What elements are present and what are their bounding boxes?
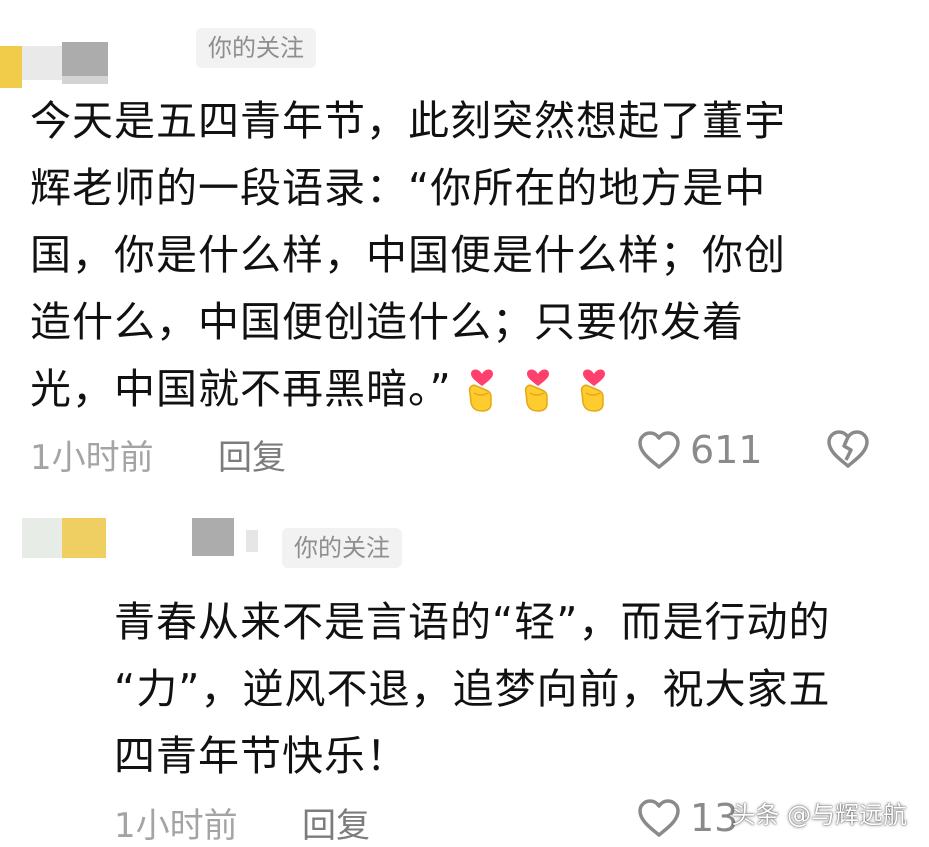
comment-time: 1小时前 (114, 806, 238, 846)
comment-line: 国，你是什么样，中国便是什么样；你创 (30, 231, 786, 279)
comment-line: 四青年节快乐！ (114, 732, 408, 780)
watermark: 头条 @与辉远航 (731, 801, 907, 829)
like-count: 611 (690, 428, 763, 472)
finger-heart-icon (524, 369, 549, 412)
comment-line: 辉老师的一段语录：“你所在的地方是中 (30, 164, 767, 212)
finger-heart-icon (580, 369, 605, 412)
broken-heart-icon[interactable] (824, 428, 872, 470)
heart-outline-icon (636, 429, 682, 471)
like-button[interactable]: 611 (636, 428, 763, 472)
finger-heart-icon (468, 369, 493, 412)
comment-line: 青春从来不是言语的“轻”，而是行动的 (114, 598, 831, 646)
reply-button[interactable]: 回复 (302, 798, 370, 847)
like-button[interactable]: 13 (636, 796, 738, 840)
reply-button[interactable]: 回复 (218, 430, 286, 479)
comment-text: 青春从来不是言语的“轻”，而是行动的 “力”，逆风不退，追梦向前，祝大家五 四青… (114, 589, 830, 790)
following-badge: 你的关注 (196, 28, 316, 68)
comment-line: “力”，逆风不退，追梦向前，祝大家五 (114, 665, 831, 713)
comment-time: 1小时前 (30, 438, 154, 478)
comment-line: 光，中国就不再黑暗。” (30, 356, 786, 423)
heart-outline-icon (636, 797, 682, 839)
comment-line: 造什么，中国便创造什么；只要你发着 (30, 298, 744, 346)
comment-text: 今天是五四青年节，此刻突然想起了董宇 辉老师的一段语录：“你所在的地方是中 国，… (30, 88, 786, 423)
following-badge: 你的关注 (282, 528, 402, 568)
comment-line: 今天是五四青年节，此刻突然想起了董宇 (30, 97, 786, 145)
